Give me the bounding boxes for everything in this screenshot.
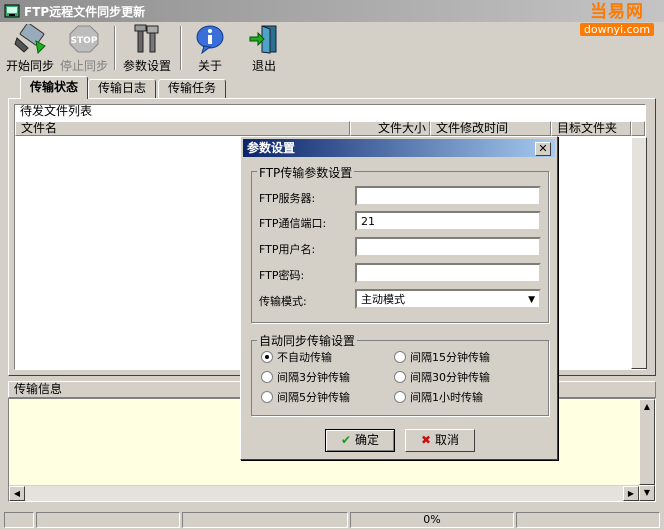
cancel-button[interactable]: ✖ 取消	[405, 429, 475, 452]
about-label: 关于	[197, 59, 222, 73]
cancel-label: 取消	[434, 433, 459, 447]
ftp-user-label: FTP用户名:	[259, 243, 316, 256]
radio-15-minutes[interactable]	[394, 351, 406, 363]
scroll-left-icon[interactable]: ◀	[9, 486, 25, 501]
settings-label: 参数设置	[122, 59, 171, 73]
x-icon: ✖	[421, 433, 432, 447]
ftp-port-input[interactable]: 21	[355, 211, 541, 231]
radio-1-hour-label[interactable]: 间隔1小时传输	[410, 389, 483, 405]
stop-sign-icon: STOP	[69, 25, 99, 53]
column-header-filename[interactable]: 文件名	[15, 121, 350, 136]
ftp-password-label: FTP密码:	[259, 269, 305, 282]
radio-5-minutes[interactable]	[261, 391, 273, 403]
auto-sync-group-title: 自动同步传输设置	[257, 332, 358, 349]
status-bar: 0%	[0, 510, 664, 530]
info-vertical-scrollbar[interactable]: ▲	[639, 399, 655, 485]
start-sync-icon	[14, 24, 46, 54]
toolbar-separator	[114, 26, 116, 70]
toolbar-separator	[180, 26, 182, 70]
tab-transfer-status[interactable]: 传输状态	[20, 76, 88, 99]
settings-button[interactable]: 参数设置	[120, 24, 174, 73]
exit-button[interactable]: 退出	[240, 24, 288, 73]
radio-3-minutes-label[interactable]: 间隔3分钟传输	[277, 369, 350, 385]
column-header-target-folder[interactable]: 目标文件夹	[551, 121, 631, 136]
ftp-password-input[interactable]	[355, 263, 541, 283]
info-icon	[196, 25, 224, 54]
ftp-port-label: FTP通信端口:	[259, 217, 327, 230]
ftp-server-input[interactable]	[355, 186, 541, 206]
pending-files-title: 待发文件列表	[15, 105, 645, 120]
stop-sync-label: 停止同步	[59, 59, 108, 73]
list-vertical-scrollbar[interactable]	[631, 137, 647, 369]
scroll-right-icon[interactable]: ▶	[623, 486, 639, 501]
status-panel-1	[4, 512, 34, 528]
settings-dialog: 参数设置 ✕ FTP传输参数设置 FTP服务器: FTP通信端口: 21 FTP…	[240, 136, 558, 460]
radio-no-auto-label[interactable]: 不自动传输	[277, 349, 332, 365]
start-sync-button[interactable]: 开始同步	[4, 24, 56, 73]
title-bar: FTP远程文件同步更新	[0, 0, 664, 22]
radio-30-minutes[interactable]	[394, 371, 406, 383]
transfer-mode-value: 主动模式	[361, 293, 405, 306]
close-icon[interactable]: ✕	[535, 142, 551, 156]
svg-text:STOP: STOP	[71, 36, 98, 46]
pending-files-header: 文件名 文件大小 文件修改时间 目标文件夹	[15, 121, 645, 137]
app-icon	[4, 4, 20, 18]
tab-transfer-tasks[interactable]: 传输任务	[158, 79, 226, 98]
exit-door-icon	[249, 25, 277, 54]
window-title: FTP远程文件同步更新	[24, 5, 146, 19]
ftp-user-input[interactable]	[355, 237, 541, 257]
exit-label: 退出	[251, 59, 276, 73]
about-button[interactable]: 关于	[186, 24, 234, 73]
status-panel-2	[36, 512, 180, 528]
radio-1-hour[interactable]	[394, 391, 406, 403]
ftp-server-label: FTP服务器:	[259, 192, 316, 205]
column-header-filesize[interactable]: 文件大小	[350, 121, 430, 136]
ftp-settings-group-title: FTP传输参数设置	[257, 164, 355, 181]
stop-sync-button[interactable]: STOP 停止同步	[58, 24, 110, 73]
chevron-down-icon: ▼	[528, 295, 535, 305]
checkmark-icon: ✔	[341, 433, 352, 447]
tab-transfer-log[interactable]: 传输日志	[88, 79, 156, 98]
radio-30-minutes-label[interactable]: 间隔30分钟传输	[410, 369, 490, 385]
scroll-down-icon[interactable]: ▼	[639, 485, 655, 501]
scroll-up-icon: ▲	[643, 402, 651, 411]
start-sync-label: 开始同步	[5, 59, 54, 73]
status-panel-3	[182, 512, 348, 528]
ok-button[interactable]: ✔ 确定	[325, 429, 395, 452]
radio-3-minutes[interactable]	[261, 371, 273, 383]
radio-no-auto[interactable]	[261, 351, 273, 363]
watermark-logo: 当易网 downyi.com	[574, 2, 660, 40]
status-panel-5	[516, 512, 660, 528]
radio-5-minutes-label[interactable]: 间隔5分钟传输	[277, 389, 350, 405]
radio-15-minutes-label[interactable]: 间隔15分钟传输	[410, 349, 490, 365]
transfer-mode-select[interactable]: 主动模式 ▼	[355, 289, 541, 309]
watermark-domain: downyi.com	[580, 23, 654, 36]
progress-text: 0%	[350, 512, 514, 528]
watermark-brand: 当易网	[590, 2, 644, 22]
dialog-title-bar: 参数设置 ✕	[243, 139, 555, 157]
info-horizontal-scrollbar[interactable]: ◀ ▶	[9, 485, 639, 501]
column-header-modified[interactable]: 文件修改时间	[430, 121, 551, 136]
column-header-filler	[631, 121, 645, 136]
tools-icon	[134, 24, 159, 53]
ok-label: 确定	[354, 433, 379, 447]
transfer-mode-label: 传输模式:	[259, 295, 307, 308]
dialog-title: 参数设置	[247, 141, 296, 155]
